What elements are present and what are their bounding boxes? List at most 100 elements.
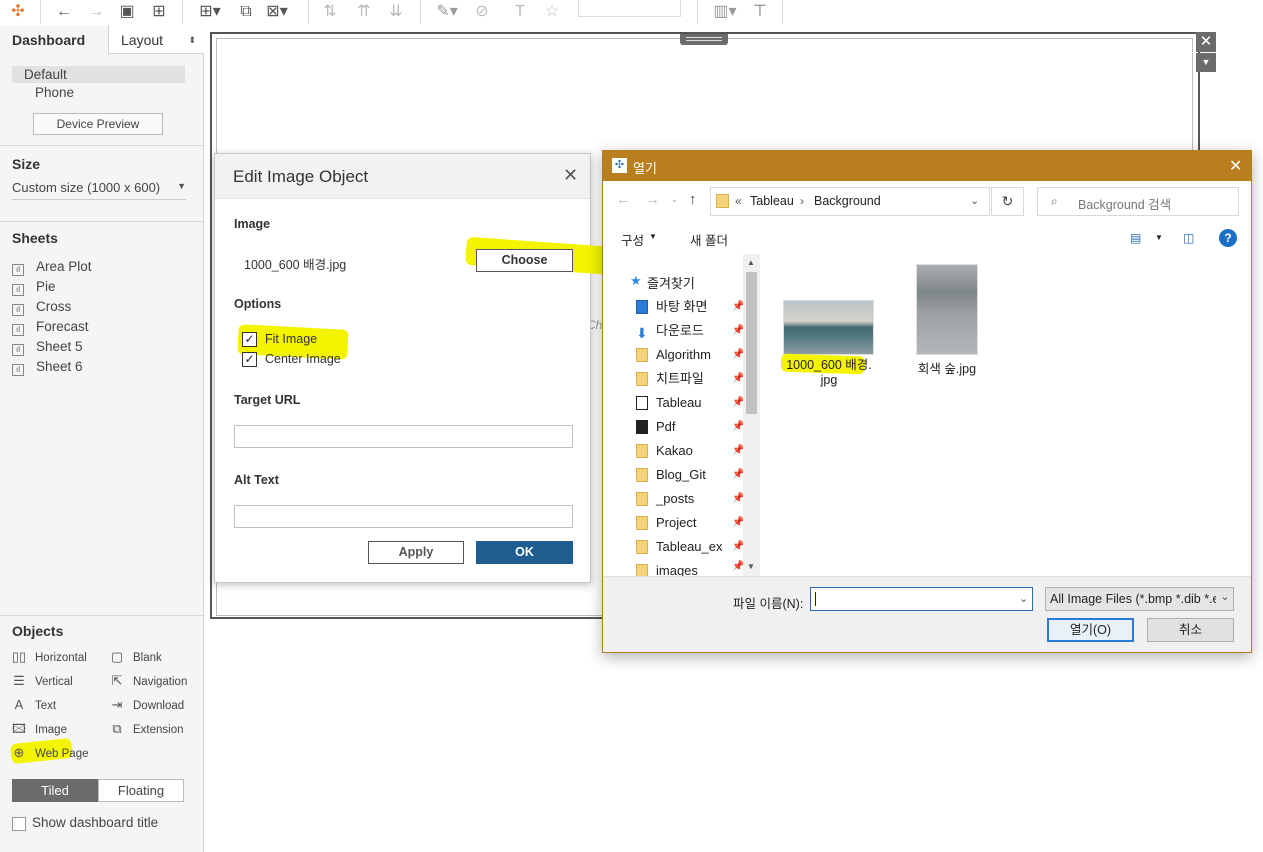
file-thumbnail-gray-forest[interactable] — [916, 264, 978, 355]
device-phone[interactable]: Phone — [35, 84, 74, 101]
nav-scrollbar[interactable]: ▲ ▼ — [743, 254, 760, 576]
object-menu-button[interactable]: ▼ — [1196, 53, 1216, 72]
breadcrumb-tableau[interactable]: Tableau — [750, 194, 794, 208]
file-thumbnail-background[interactable] — [783, 300, 874, 355]
nav-item-desktop[interactable]: 바탕 화면 — [636, 297, 742, 317]
object-download[interactable]: ⇥ Download — [109, 695, 185, 715]
undo-icon[interactable]: ← — [54, 2, 74, 22]
tableau-logo-icon[interactable]: ✣ — [8, 2, 28, 22]
sheet-item[interactable]: ıl Sheet 6 — [12, 357, 83, 377]
folder-icon — [636, 348, 648, 362]
object-vertical[interactable]: ☰ Vertical — [11, 671, 73, 691]
object-label: Navigation — [133, 676, 188, 688]
size-dropdown[interactable]: Custom size (1000 x 600) ▼ — [12, 180, 186, 200]
object-web-page[interactable]: ⊕ Web Page — [11, 743, 89, 763]
redo-icon[interactable]: → — [86, 2, 106, 22]
breadcrumb-background[interactable]: Background — [814, 194, 881, 208]
floating-toggle[interactable]: Floating — [98, 779, 184, 802]
duplicate-sheet-icon[interactable]: ⧉ — [235, 2, 257, 22]
up-icon[interactable]: ↑ — [689, 191, 697, 208]
view-icon[interactable]: ▤ — [1130, 231, 1141, 245]
alt-text-input[interactable] — [234, 505, 573, 528]
sheet-item[interactable]: ıl Sheet 5 — [12, 337, 83, 357]
apply-button[interactable]: Apply — [368, 541, 464, 564]
sheet-item[interactable]: ıl Pie — [12, 277, 56, 297]
clear-sheet-icon[interactable]: ⊠▾ — [265, 2, 289, 22]
nav-item-tableau[interactable]: Tableau — [636, 393, 742, 413]
nav-item-project[interactable]: Project — [636, 513, 742, 533]
nav-item-tableau-ex[interactable]: Tableau_ex — [636, 537, 742, 557]
search-input[interactable]: ⌕ Background 검색 — [1037, 187, 1239, 216]
target-url-input[interactable] — [234, 425, 573, 448]
sheet-label: Pie — [36, 279, 56, 294]
object-text[interactable]: A Text — [11, 695, 56, 715]
nav-item-downloads[interactable]: ⬇ 다운로드 — [636, 321, 742, 341]
highlight-icon[interactable]: ✎▾ — [432, 2, 462, 22]
chevron-down-icon[interactable]: ▼ — [1155, 233, 1163, 242]
sort-descending-icon[interactable]: ⇊ — [386, 2, 406, 22]
quick-access-label[interactable]: 즐겨찾기 — [647, 273, 695, 292]
object-extension[interactable]: ⧉ Extension — [109, 719, 183, 739]
chevron-down-icon[interactable]: ⌄ — [1019, 592, 1028, 605]
nav-item-blog-git[interactable]: Blog_Git — [636, 465, 742, 485]
move-handle[interactable] — [680, 34, 728, 45]
object-blank[interactable]: ▢ Blank — [109, 647, 162, 667]
pin-icon[interactable]: ☆ — [542, 2, 562, 22]
remove-object-button[interactable]: ✕ — [1196, 32, 1216, 52]
file-name-background[interactable]: 1000_600 배경. jpg — [774, 358, 884, 388]
object-horizontal[interactable]: ▯▯ Horizontal — [11, 647, 87, 667]
tab-dashboard[interactable]: Dashboard — [0, 26, 108, 54]
show-me-icon[interactable]: ▥▾ — [708, 2, 742, 22]
back-icon[interactable]: ← — [616, 191, 631, 208]
chevron-down-icon[interactable]: ⌄ — [970, 194, 979, 207]
filename-input[interactable]: ⌄ — [810, 587, 1033, 611]
address-bar[interactable]: « Tableau › Background ⌄ — [710, 187, 990, 216]
sheet-item[interactable]: ıl Forecast — [12, 317, 89, 337]
object-navigation[interactable]: ⇱ Navigation — [109, 671, 188, 691]
nav-item-pdf[interactable]: Pdf — [636, 417, 742, 437]
ok-button[interactable]: OK — [476, 541, 573, 564]
file-name-gray-forest[interactable]: 회색 숲.jpg — [897, 358, 997, 377]
label-icon[interactable]: T — [510, 2, 530, 22]
device-default[interactable]: Default — [12, 66, 185, 83]
device-preview-button[interactable]: Device Preview — [33, 113, 163, 135]
close-icon[interactable]: ✕ — [563, 165, 578, 186]
file-type-select[interactable]: All Image Files (*.bmp *.dib *.e ⌄ — [1045, 587, 1234, 611]
group-icon[interactable]: ⊘ — [472, 2, 492, 22]
tableau-folder-icon — [636, 396, 648, 410]
close-icon[interactable]: ✕ — [1229, 156, 1242, 176]
refresh-icon[interactable]: ↻ — [991, 187, 1024, 216]
sort-ascending-icon[interactable]: ⇈ — [354, 2, 374, 22]
object-image[interactable]: 🖾 Image — [11, 719, 67, 739]
swap-icon[interactable]: ⇅ — [320, 2, 340, 22]
scroll-up-icon[interactable]: ▲ — [747, 258, 755, 267]
new-worksheet-icon[interactable]: ⊞▾ — [194, 2, 226, 22]
sheet-item[interactable]: ıl Area Plot — [12, 257, 92, 277]
choose-button[interactable]: Choose — [476, 249, 573, 272]
preview-pane-icon[interactable]: ◫ — [1183, 231, 1194, 245]
show-title-checkbox[interactable] — [12, 817, 26, 831]
fit-dropdown[interactable] — [578, 0, 681, 17]
save-icon[interactable]: ▣ — [117, 2, 137, 22]
scrollbar-thumb[interactable] — [746, 272, 757, 414]
recent-dropdown-icon[interactable]: ⌄ — [671, 195, 678, 204]
nav-item-cheatsheet[interactable]: 치트파일 — [636, 369, 742, 389]
nav-item-images[interactable]: images — [636, 561, 742, 576]
new-folder-button[interactable]: 새 폴더 — [690, 230, 728, 249]
presentation-icon[interactable]: ⊤ — [750, 2, 770, 22]
fit-image-checkbox[interactable]: ✓ — [242, 332, 257, 347]
nav-item-algorithm[interactable]: Algorithm — [636, 345, 742, 365]
center-image-checkbox[interactable]: ✓ — [242, 352, 257, 367]
nav-item-kakao[interactable]: Kakao — [636, 441, 742, 461]
tiled-toggle[interactable]: Tiled — [12, 779, 98, 802]
forward-icon[interactable]: → — [645, 191, 660, 208]
cancel-button[interactable]: 취소 — [1147, 618, 1234, 642]
sheet-item[interactable]: ıl Cross — [12, 297, 71, 317]
nav-item-posts[interactable]: _posts — [636, 489, 742, 509]
tab-layout[interactable]: Layout ⬍ — [108, 26, 204, 54]
open-button[interactable]: 열기(O) — [1047, 618, 1134, 642]
new-datasource-icon[interactable]: ⊞ — [149, 2, 169, 22]
organize-menu[interactable]: 구성 — [621, 230, 644, 249]
scroll-down-icon[interactable]: ▼ — [747, 562, 755, 571]
help-icon[interactable]: ? — [1219, 229, 1237, 247]
